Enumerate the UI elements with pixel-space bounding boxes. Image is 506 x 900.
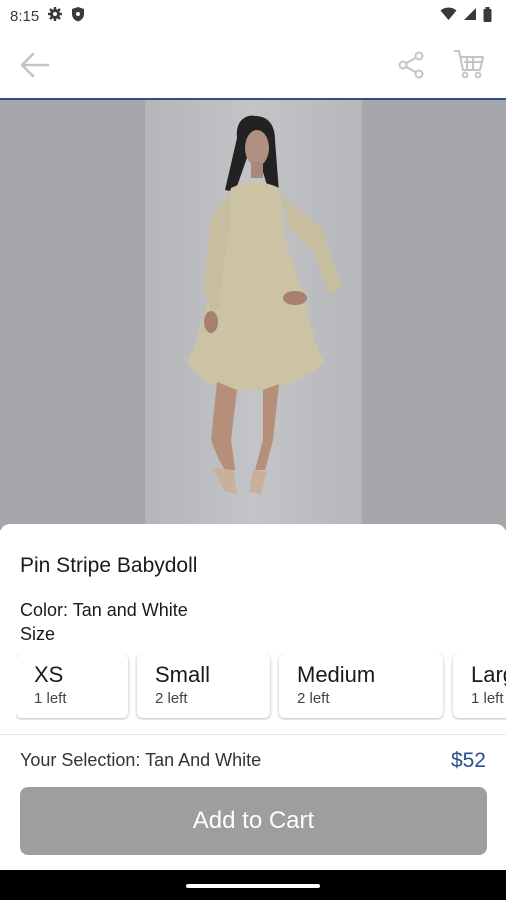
size-stock: 2 left (297, 690, 330, 707)
size-option-small[interactable]: Small 2 left (137, 654, 270, 718)
product-title: Pin Stripe Babydoll (20, 554, 198, 577)
battery-icon (483, 6, 492, 26)
shield-icon (71, 6, 85, 26)
product-image-area (0, 100, 506, 530)
size-name: Medium (297, 662, 376, 687)
status-time: 8:15 (10, 7, 40, 25)
navigation-bar (0, 870, 506, 900)
size-option-large[interactable]: Large 1 left (453, 654, 506, 718)
size-option-medium[interactable]: Medium 2 left (279, 654, 443, 718)
price: $52 (450, 749, 486, 772)
signal-icon (463, 7, 477, 25)
size-stock: 1 left (34, 690, 67, 707)
size-name: Large (471, 662, 506, 687)
size-option-xs[interactable]: XS 1 left (16, 654, 128, 718)
gear-icon (47, 6, 63, 26)
product-photo (145, 100, 362, 530)
selection-summary: Your Selection: Tan And White (20, 750, 262, 770)
back-arrow-icon[interactable] (18, 50, 52, 80)
size-stock: 2 left (155, 690, 188, 707)
app-bar (0, 32, 506, 100)
add-to-cart-button[interactable]: Add to Cart (20, 787, 487, 855)
color-label: Color: Tan and White (20, 600, 188, 620)
share-icon[interactable] (396, 50, 426, 80)
status-bar: 8:15 (0, 0, 506, 32)
size-name: Small (155, 662, 211, 687)
divider (0, 734, 506, 735)
cart-icon[interactable] (452, 48, 486, 80)
size-label: Size (20, 624, 56, 644)
home-gesture-handle[interactable] (186, 884, 320, 888)
size-stock: 1 left (471, 690, 504, 707)
wifi-icon (440, 7, 457, 25)
size-options: XS 1 left Small 2 left Medium 2 left Lar… (16, 654, 506, 720)
product-options-sheet: Pin Stripe Babydoll Color: Tan and White… (0, 524, 506, 870)
size-name: XS (34, 662, 64, 687)
